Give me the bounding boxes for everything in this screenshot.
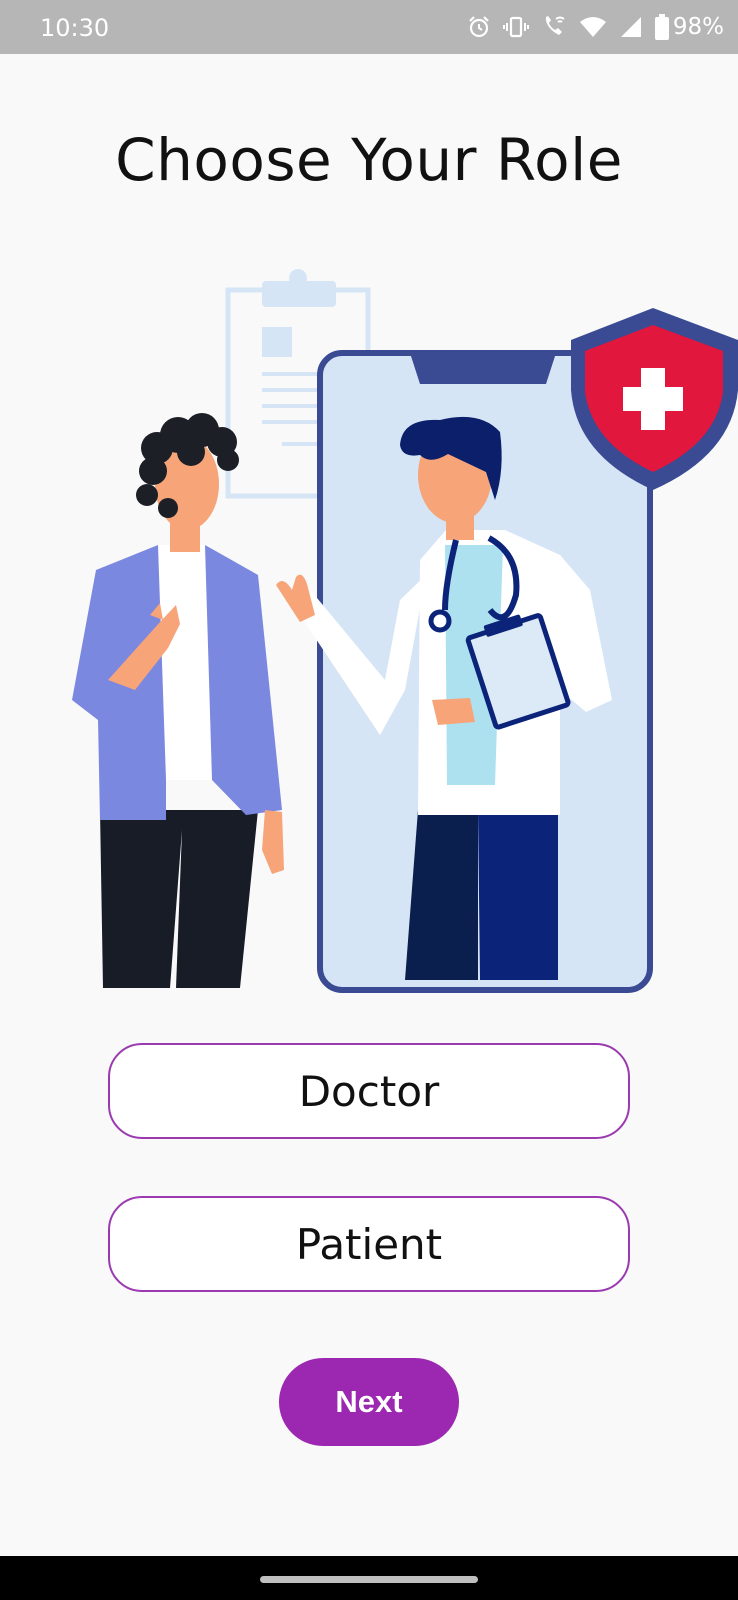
doctor-role-button[interactable]: Doctor	[108, 1043, 630, 1139]
status-bar: 10:30 98%	[0, 0, 738, 54]
page-title: Choose Your Role	[115, 126, 623, 194]
signal-icon	[620, 17, 641, 37]
vibrate-icon	[502, 16, 529, 38]
battery-percentage: 98%	[672, 14, 724, 40]
navigation-bar	[0, 1556, 738, 1600]
doctor-patient-illustration	[72, 269, 738, 993]
home-gesture-handle[interactable]	[260, 1576, 478, 1583]
status-icons: 98%	[467, 12, 724, 42]
wifi-calling-icon	[545, 16, 565, 35]
battery-icon	[654, 14, 669, 40]
next-button[interactable]: Next	[279, 1358, 459, 1446]
patient-role-button[interactable]: Patient	[108, 1196, 630, 1292]
wifi-icon	[579, 17, 606, 37]
patient-figure	[72, 413, 284, 988]
alarm-icon	[469, 16, 489, 38]
status-time: 10:30	[40, 14, 110, 42]
